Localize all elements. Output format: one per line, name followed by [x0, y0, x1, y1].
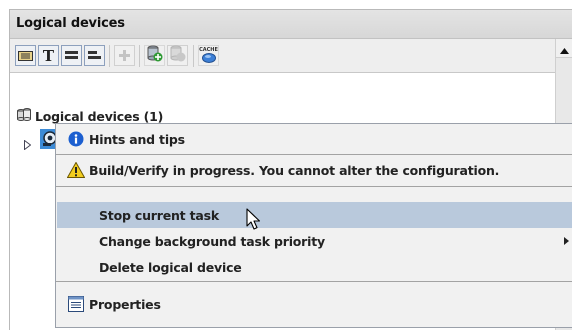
scroll-up-button[interactable]: [556, 39, 572, 58]
menu-item-label: Change background task priority: [99, 233, 325, 249]
devices-group-icon: [16, 106, 32, 126]
compact-view-icon: [88, 46, 101, 65]
menu-separator: [56, 154, 572, 155]
list-view-icon: [65, 46, 78, 65]
list-view-button[interactable]: [61, 45, 82, 66]
tree-expander-icon[interactable]: [24, 135, 32, 154]
properties-icon: [67, 295, 85, 313]
text-view-icon: T: [42, 46, 55, 65]
cache-icon: CACHE: [199, 47, 218, 64]
submenu-arrow-icon: [564, 237, 569, 245]
mouse-cursor-icon: [246, 208, 262, 236]
device-view-icon: [18, 46, 33, 65]
panel-title: Logical devices: [16, 16, 125, 31]
menu-item-hints-and-tips[interactable]: Hints and tips: [57, 126, 572, 152]
menu-item-label: Build/Verify in progress. You cannot alt…: [89, 162, 500, 178]
compact-view-button[interactable]: [84, 45, 105, 66]
toolbar-separator: [139, 45, 140, 67]
add-icon: [119, 46, 130, 65]
toolbar-separator: [109, 45, 110, 67]
menu-item-label: Stop current task: [99, 207, 219, 223]
toolbar: T CACHE: [10, 39, 572, 73]
add-device-button[interactable]: [144, 45, 165, 66]
toolbar-separator: [193, 45, 194, 67]
menu-item-label: Delete logical device: [99, 259, 242, 275]
remove-device-button[interactable]: [167, 45, 188, 66]
menu-item-label: Properties: [89, 296, 161, 312]
add-device-icon: [147, 45, 163, 66]
device-view-button[interactable]: [15, 45, 36, 66]
warning-icon: [67, 161, 85, 179]
info-icon: [67, 130, 85, 148]
cache-button[interactable]: CACHE: [198, 45, 219, 66]
menu-item-delete-logical-device[interactable]: Delete logical device: [57, 254, 572, 280]
add-button[interactable]: [114, 45, 135, 66]
menu-item-properties[interactable]: Properties: [57, 291, 572, 317]
tree-root-label: Logical devices (1): [35, 108, 164, 124]
remove-device-icon: [170, 45, 186, 66]
text-view-button[interactable]: T: [38, 45, 59, 66]
menu-separator: [56, 186, 572, 187]
context-menu: Hints and tips Build/Verify in progress.…: [55, 123, 572, 327]
arrow-up-icon: [560, 39, 569, 58]
menu-item-change-background-task-priority[interactable]: Change background task priority: [57, 228, 572, 254]
menu-item-build-verify-status: Build/Verify in progress. You cannot alt…: [57, 157, 572, 183]
panel-header: Logical devices: [10, 10, 572, 39]
menu-item-label: Hints and tips: [89, 131, 185, 147]
menu-item-stop-current-task[interactable]: Stop current task: [57, 202, 572, 228]
menu-separator: [56, 281, 572, 282]
